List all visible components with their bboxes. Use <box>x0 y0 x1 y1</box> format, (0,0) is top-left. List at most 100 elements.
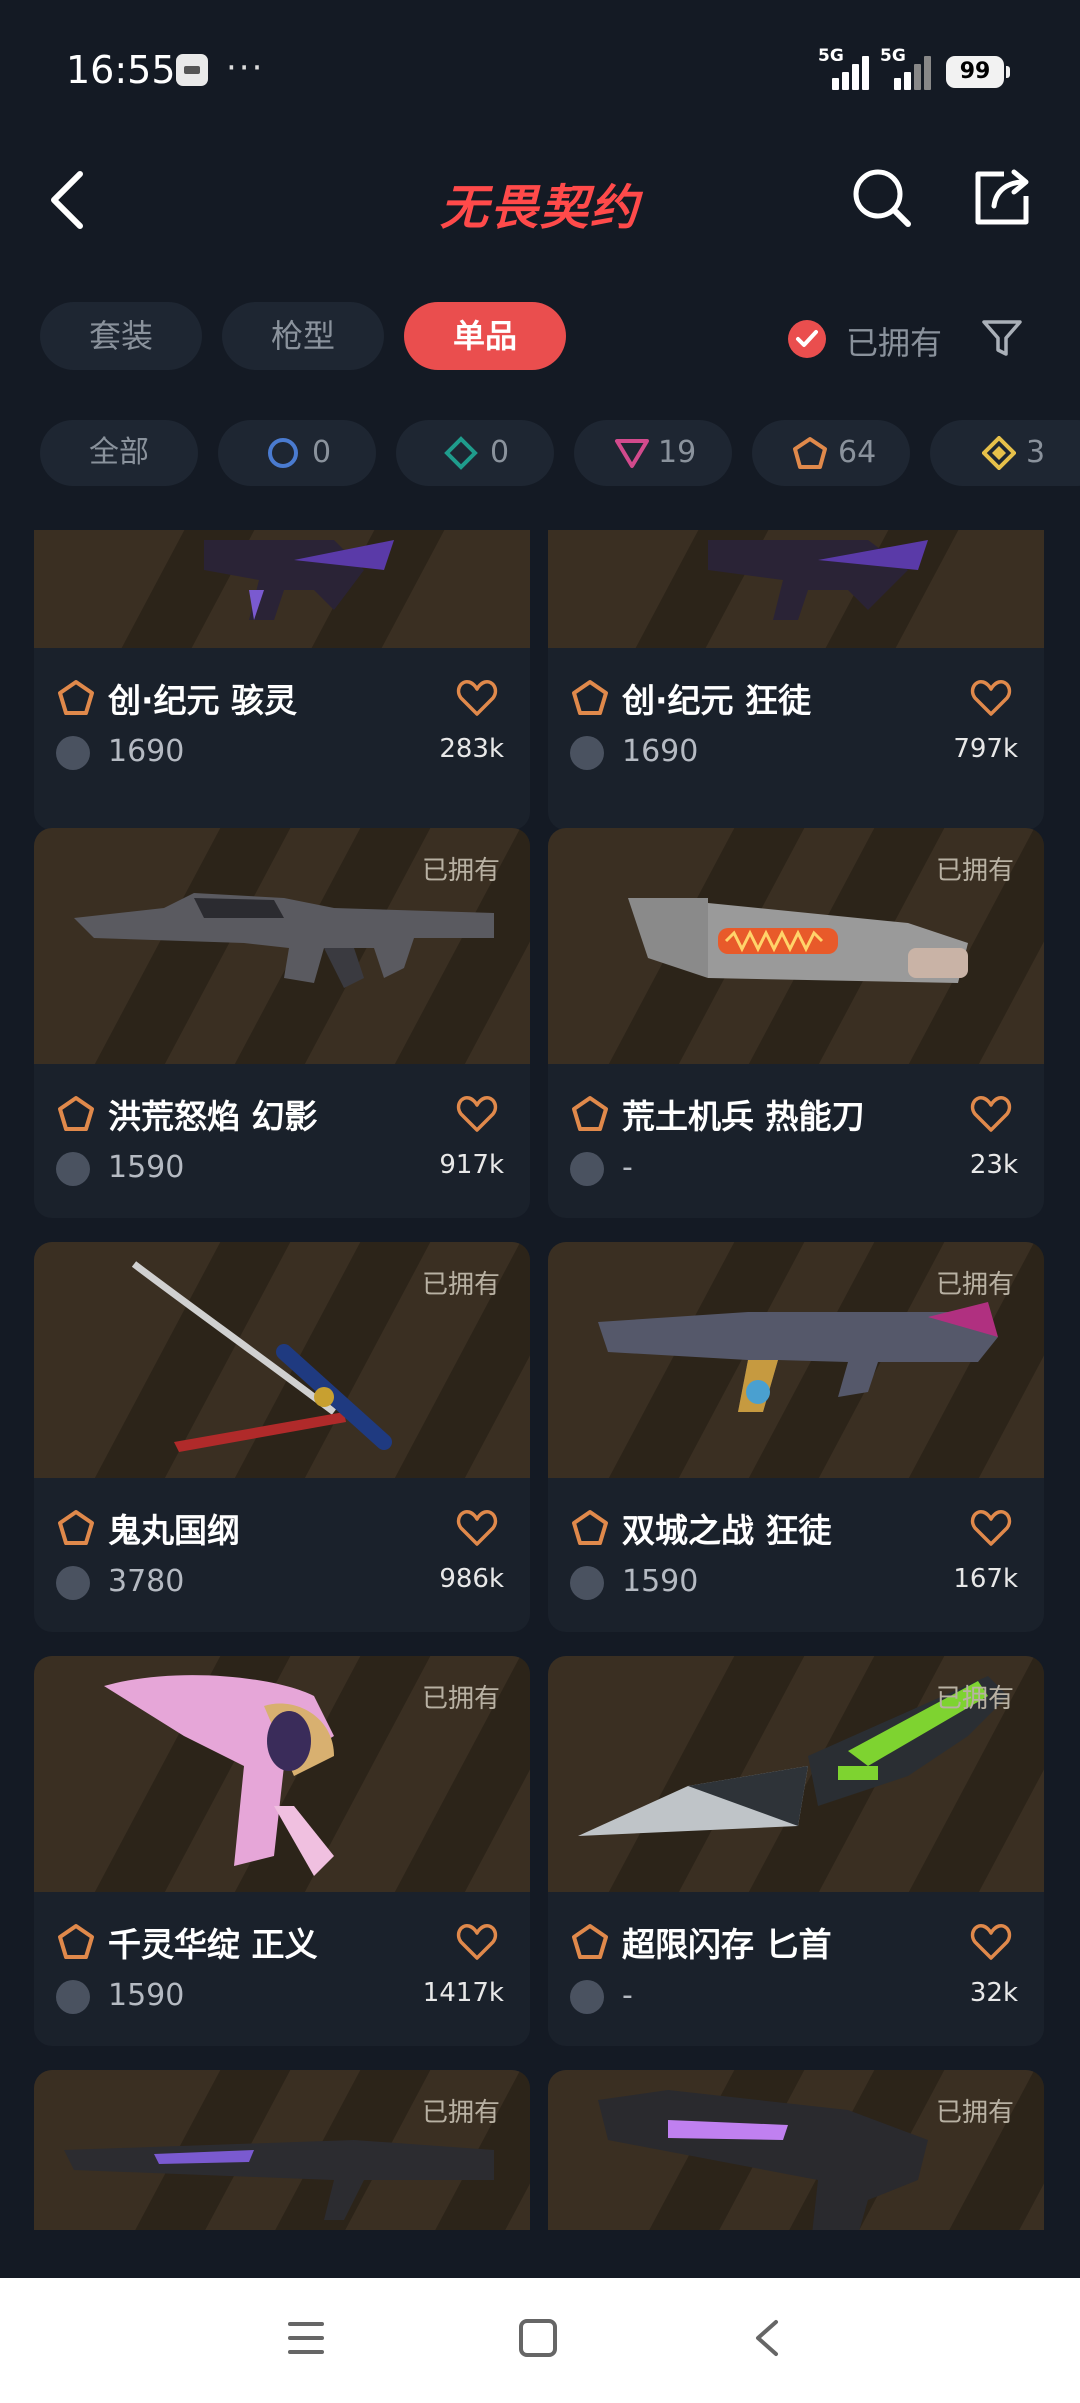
exclusive-tier-icon <box>793 437 827 469</box>
item-card[interactable]: 已拥有 双城之战 狂徒 1590 167k <box>548 1242 1044 1632</box>
chip-tier-ultra[interactable]: 3 <box>930 420 1080 486</box>
item-name: 双城之战 狂徒 <box>622 1511 832 1550</box>
chip-count: 64 <box>838 435 877 470</box>
menu-icon[interactable] <box>286 2318 326 2358</box>
vp-currency-icon <box>56 1566 90 1600</box>
item-image: 已拥有 <box>548 2070 1044 2230</box>
owned-tag: 已拥有 <box>421 1684 500 1714</box>
item-card[interactable]: 已拥有 荒土机兵 热能刀 - 23k <box>548 828 1044 1218</box>
item-name: 鬼丸国纲 <box>108 1511 240 1550</box>
owned-tag: 已拥有 <box>421 856 500 886</box>
item-image <box>548 530 1044 648</box>
vp-currency-icon <box>570 1980 604 2014</box>
item-info: 洪荒怒焰 幻影 1590 917k <box>34 1064 530 1214</box>
chip-all-label: 全部 <box>89 435 149 470</box>
item-info: 创·纪元 狂徒 1690 797k <box>548 648 1044 798</box>
signal-5g-icon: 5G <box>818 46 872 90</box>
item-image: 已拥有 <box>548 828 1044 1064</box>
item-likes: 32k <box>969 1978 1018 2008</box>
tier-filter-chips: 全部 0 0 19 64 3 <box>0 420 1080 490</box>
item-card[interactable]: 创·纪元 狂徒 1690 797k <box>548 530 1044 830</box>
heart-outline-icon[interactable] <box>970 1922 1012 1962</box>
item-image: 已拥有 <box>34 828 530 1064</box>
item-info: 荒土机兵 热能刀 - 23k <box>548 1064 1044 1214</box>
more-notifications-icon: ··· <box>226 48 265 88</box>
tab-weapon-type[interactable]: 枪型 <box>222 302 384 370</box>
item-card[interactable]: 已拥有 鬼丸国纲 3780 986k <box>34 1242 530 1632</box>
chip-tier-deluxe[interactable]: 0 <box>396 420 554 486</box>
item-card[interactable]: 创·纪元 骇灵 1690 283k <box>34 530 530 830</box>
vp-currency-icon <box>570 736 604 770</box>
vp-currency-icon <box>56 736 90 770</box>
item-card[interactable]: 已拥有 洪荒怒焰 幻影 1590 917k <box>34 828 530 1218</box>
exclusive-tier-icon <box>58 1510 94 1545</box>
item-card[interactable]: 已拥有 千灵华绽 正义 1590 1417k <box>34 1656 530 2046</box>
item-info: 超限闪存 匕首 - 32k <box>548 1892 1044 2042</box>
heart-outline-icon[interactable] <box>456 678 498 718</box>
item-price: - <box>622 1150 633 1185</box>
heart-outline-icon[interactable] <box>970 1094 1012 1134</box>
check-circle-icon[interactable] <box>788 320 826 358</box>
home-square-icon[interactable] <box>518 2318 558 2358</box>
chip-count: 0 <box>312 435 332 470</box>
item-image: 已拥有 <box>548 1242 1044 1478</box>
item-info: 鬼丸国纲 3780 986k <box>34 1478 530 1628</box>
heart-outline-icon[interactable] <box>970 678 1012 718</box>
item-info: 双城之战 狂徒 1590 167k <box>548 1478 1044 1628</box>
chip-all[interactable]: 全部 <box>40 420 198 486</box>
owned-tag: 已拥有 <box>935 2098 1014 2128</box>
item-likes: 1417k <box>422 1978 504 2008</box>
share-icon[interactable] <box>970 166 1034 230</box>
item-likes: 167k <box>953 1564 1018 1594</box>
tab-bundles[interactable]: 套装 <box>40 302 202 370</box>
heart-outline-icon[interactable] <box>456 1094 498 1134</box>
item-image: 已拥有 <box>34 2070 530 2230</box>
owned-tag: 已拥有 <box>421 1270 500 1300</box>
heart-outline-icon[interactable] <box>456 1922 498 1962</box>
item-image <box>34 530 530 648</box>
clock: 16:55 <box>66 48 176 92</box>
app-header: 无畏契约 <box>0 150 1080 250</box>
battery-indicator: 99 <box>946 56 1010 88</box>
item-likes: 917k <box>439 1150 504 1180</box>
filter-icon[interactable] <box>980 316 1024 360</box>
chip-tier-premium[interactable]: 19 <box>574 420 732 486</box>
chip-count: 19 <box>658 435 697 470</box>
chip-count: 0 <box>490 435 510 470</box>
notification-icon <box>176 54 208 86</box>
item-card[interactable]: 已拥有 <box>548 2070 1044 2230</box>
vp-currency-icon <box>56 1152 90 1186</box>
status-bar: 16:55 ··· 5G 5G 99 <box>0 0 1080 130</box>
chip-count: 3 <box>1026 435 1046 470</box>
ultra-tier-icon <box>982 436 1016 470</box>
chip-tier-exclusive[interactable]: 64 <box>752 420 910 486</box>
tab-single-items[interactable]: 单品 <box>404 302 566 370</box>
search-icon[interactable] <box>850 166 914 230</box>
item-info: 创·纪元 骇灵 1690 283k <box>34 648 530 798</box>
chip-tier-select[interactable]: 0 <box>218 420 376 486</box>
back-triangle-icon[interactable] <box>750 2318 784 2358</box>
item-likes: 797k <box>953 734 1018 764</box>
deluxe-tier-icon <box>444 436 478 470</box>
item-card[interactable]: 已拥有 超限闪存 匕首 - 32k <box>548 1656 1044 2046</box>
item-card[interactable]: 已拥有 <box>34 2070 530 2230</box>
owned-tag: 已拥有 <box>935 1270 1014 1300</box>
item-image: 已拥有 <box>34 1656 530 1892</box>
heart-outline-icon[interactable] <box>970 1508 1012 1548</box>
item-image: 已拥有 <box>34 1242 530 1478</box>
item-name: 洪荒怒焰 幻影 <box>108 1097 318 1136</box>
item-name: 荒土机兵 热能刀 <box>622 1097 865 1136</box>
owned-filter-label[interactable]: 已拥有 <box>846 318 942 364</box>
item-price: 1590 <box>622 1564 699 1599</box>
owned-tag: 已拥有 <box>935 1684 1014 1714</box>
vp-currency-icon <box>56 1980 90 2014</box>
exclusive-tier-icon <box>58 1096 94 1131</box>
premium-tier-icon <box>615 439 649 468</box>
exclusive-tier-icon <box>572 1510 608 1545</box>
exclusive-tier-icon <box>572 1924 608 1959</box>
item-info: 千灵华绽 正义 1590 1417k <box>34 1892 530 2042</box>
item-price: 1590 <box>108 1978 185 2013</box>
heart-outline-icon[interactable] <box>456 1508 498 1548</box>
item-name: 创·纪元 骇灵 <box>108 681 298 720</box>
system-nav-bar <box>0 2278 1080 2403</box>
